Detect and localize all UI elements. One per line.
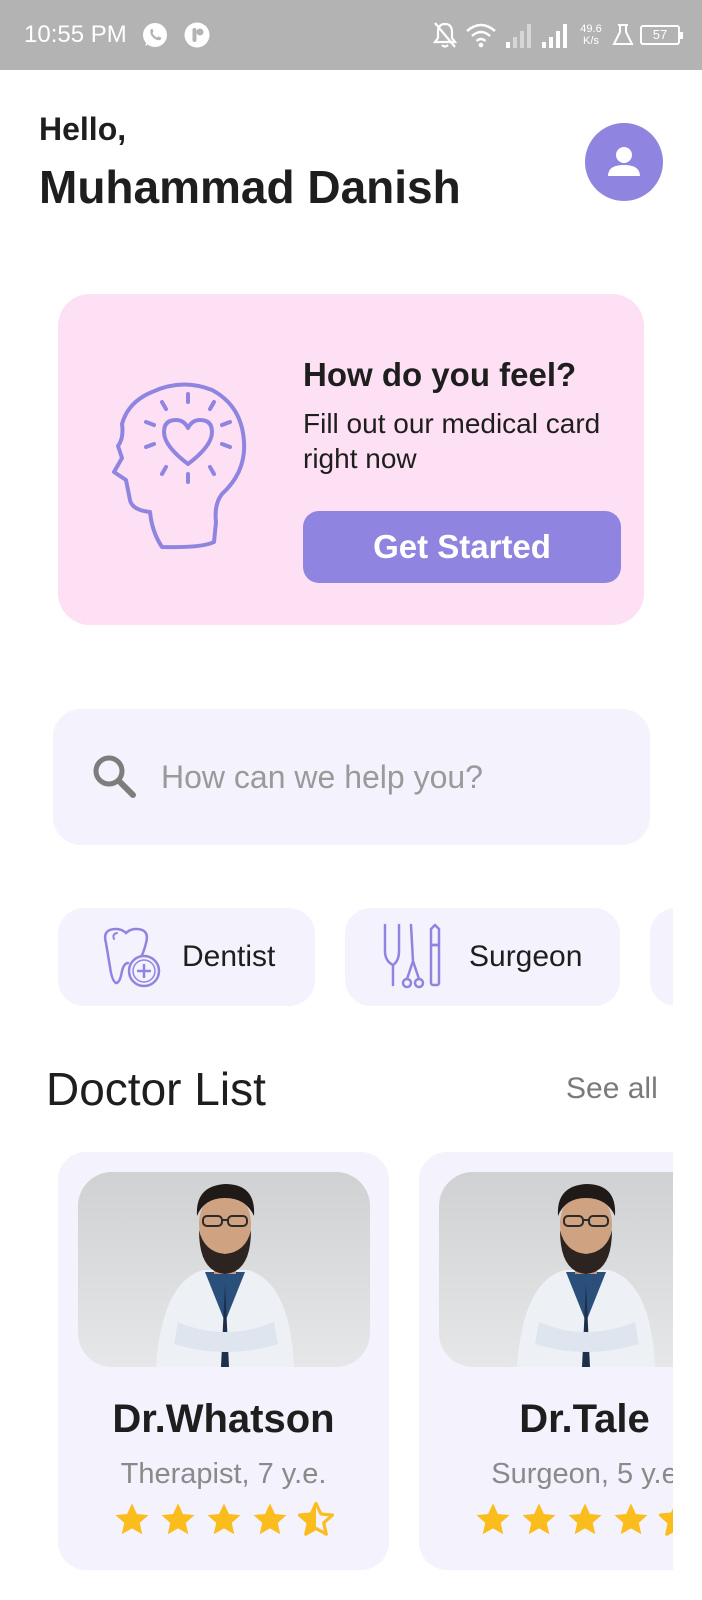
category-label: Surgeon (469, 940, 583, 973)
doctor-photo (78, 1172, 370, 1367)
search-icon (93, 755, 136, 798)
category-dentist[interactable]: Dentist (58, 908, 315, 1006)
doctor-rating (419, 1501, 673, 1539)
whatsapp-icon (143, 23, 167, 47)
star-full-icon (207, 1503, 240, 1535)
promo-card: How do you feel? Fill out our medical ca… (58, 294, 644, 625)
signal-icon (542, 24, 567, 48)
doctor-card[interactable]: Dr.Tale Surgeon, 5 y.e (419, 1152, 673, 1570)
user-name: Muhammad Danish (39, 161, 461, 213)
doctor-card[interactable]: Dr.Whatson Therapist, 7 y.e. (58, 1152, 389, 1570)
doctor-rating (58, 1501, 389, 1539)
doctor-specialty: Therapist, 7 y.e. (120, 1458, 327, 1490)
star-full-icon (568, 1503, 601, 1535)
network-speed: 49.6 K/s (576, 23, 606, 47)
get-started-button[interactable]: Get Started (303, 511, 621, 583)
star-full-icon (614, 1503, 647, 1535)
star-full-icon (115, 1503, 148, 1535)
promo-title: How do you feel? (303, 356, 577, 393)
tooth-icon (103, 927, 161, 988)
doctor-name: Dr.Tale (519, 1397, 650, 1441)
surgical-tools-icon (383, 923, 441, 989)
flask-icon (612, 24, 634, 45)
battery-icon: 57 (640, 25, 683, 45)
bell-off-icon (432, 22, 458, 48)
star-full-icon (161, 1503, 194, 1535)
star-full-icon (253, 1503, 286, 1535)
person-icon (608, 147, 640, 176)
greeting-text: Hello, (39, 111, 127, 147)
search-box[interactable] (53, 709, 650, 845)
star-half-icon (297, 1501, 334, 1536)
network-speed-value: 49.6 (580, 23, 602, 35)
see-all-link[interactable]: See all (566, 1072, 658, 1106)
category-label: Dentist (182, 940, 276, 973)
status-bar: 10:55 PM 49.6 K/s 57 (0, 0, 702, 70)
doctor-name: Dr.Whatson (112, 1397, 335, 1441)
status-indicators: 49.6 K/s 57 (432, 18, 683, 52)
search-input[interactable] (161, 743, 621, 811)
doctor-portrait (517, 1184, 655, 1367)
category-list: Dentist Surgeon (0, 908, 673, 1006)
status-time: 10:55 PM (24, 21, 127, 48)
doctor-list-title: Doctor List (46, 1063, 266, 1115)
wifi-icon (466, 23, 496, 48)
signal-icon (506, 24, 531, 48)
doctor-photo (439, 1172, 673, 1367)
promo-text: Fill out our medical card right now (303, 408, 601, 474)
network-speed-unit: K/s (583, 35, 599, 47)
star-full-icon (476, 1503, 509, 1535)
app-notification-icon (184, 22, 210, 48)
star-half-icon (658, 1507, 673, 1536)
profile-avatar-button[interactable] (585, 123, 663, 201)
doctor-specialty: Surgeon, 5 y.e (491, 1458, 673, 1490)
star-full-icon (522, 1503, 555, 1535)
category-surgeon[interactable]: Surgeon (345, 908, 620, 1006)
doctor-list: Dr.Whatson Therapist, 7 y.e. Dr.Tale Sur… (0, 1152, 673, 1572)
head-heart-icon (112, 382, 247, 550)
doctor-portrait (156, 1184, 294, 1367)
category-next[interactable] (650, 908, 673, 1006)
